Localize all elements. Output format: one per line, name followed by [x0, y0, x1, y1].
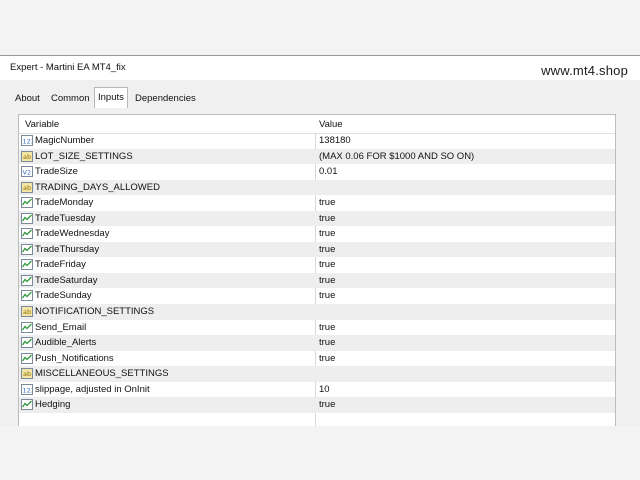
variable-name: TradeFriday — [35, 259, 86, 271]
bool-icon — [21, 274, 33, 286]
text-icon: ab — [21, 368, 33, 380]
variable-value[interactable]: true — [319, 242, 335, 258]
bottom-margin — [0, 426, 640, 480]
variable-value[interactable]: true — [319, 257, 335, 273]
svg-text:123: 123 — [23, 138, 33, 146]
top-margin — [0, 0, 640, 55]
table-row[interactable]: TradeMonday true — [19, 195, 615, 211]
decimal-icon: V2 — [21, 166, 33, 178]
variable-name: TradeWednesday — [35, 228, 110, 240]
variable-value[interactable]: true — [319, 211, 335, 227]
variable-value[interactable]: true — [319, 320, 335, 336]
table-row[interactable]: Send_Email true — [19, 320, 615, 336]
variable-name: TRADING_DAYS_ALLOWED — [35, 181, 160, 193]
text-icon: ab — [21, 306, 33, 318]
svg-text:ab: ab — [23, 184, 31, 192]
tab-about[interactable]: About — [12, 90, 43, 107]
bool-icon — [21, 321, 33, 333]
watermark-text: www.mt4.shop — [541, 63, 628, 78]
table-row[interactable]: ab MISCELLANEOUS_SETTINGS — [19, 366, 615, 382]
inputs-panel: Variable Value 123MagicNumber138180abLOT… — [0, 108, 640, 427]
column-header-variable[interactable]: Variable — [25, 119, 59, 130]
variable-value[interactable]: true — [319, 273, 335, 289]
title-bar: Expert - Martini EA MT4_fix www.mt4.shop — [0, 56, 640, 80]
table-row[interactable]: TradeWednesday true — [19, 226, 615, 242]
table-row[interactable]: TradeFriday true — [19, 257, 615, 273]
text-icon: ab — [21, 150, 33, 162]
window-title: Expert - Martini EA MT4_fix — [10, 62, 126, 73]
table-body: 123MagicNumber138180abLOT_SIZE_SETTINGS(… — [19, 133, 615, 413]
variable-name: TradeMonday — [35, 197, 94, 209]
table-row[interactable]: ab LOT_SIZE_SETTINGS (MAX 0.06 FOR $1000 A… — [19, 148, 615, 165]
tab-inputs[interactable]: Inputs — [94, 87, 128, 109]
variable-value[interactable]: (MAX 0.06 FOR $1000 AND SO ON) — [319, 149, 474, 165]
expert-properties-dialog: Expert - Martini EA MT4_fix www.mt4.shop… — [0, 55, 640, 427]
tab-dependencies[interactable]: Dependencies — [132, 90, 199, 107]
svg-text:ab: ab — [23, 370, 31, 378]
variable-name: slippage, adjusted in OnInit — [35, 383, 150, 395]
variable-name: TradeSunday — [35, 290, 92, 302]
variable-name: LOT_SIZE_SETTINGS — [35, 150, 133, 162]
number-icon: 123 — [21, 135, 33, 146]
bool-icon — [21, 228, 33, 240]
tab-common[interactable]: Common — [48, 90, 93, 107]
table-row[interactable]: TradeSunday true — [19, 288, 615, 304]
svg-text:ab: ab — [23, 308, 31, 316]
variable-name: Push_Notifications — [35, 352, 114, 364]
number-icon: 123 — [21, 383, 33, 395]
svg-text:ab: ab — [23, 153, 31, 161]
variable-value[interactable]: true — [319, 226, 335, 242]
svg-text:V2: V2 — [23, 169, 32, 177]
variable-value[interactable]: 10 — [319, 382, 330, 398]
tab-strip: About Common Inputs Dependencies — [0, 80, 640, 109]
variable-name: Hedging — [35, 399, 71, 411]
variable-name: TradeSize — [35, 166, 78, 178]
bool-icon — [21, 243, 33, 255]
variable-value[interactable]: 0.01 — [319, 164, 338, 180]
table-header: Variable Value — [19, 115, 615, 134]
bool-icon — [21, 352, 33, 364]
table-row[interactable]: TradeTuesday true — [19, 210, 615, 227]
variable-value[interactable]: true — [319, 397, 335, 413]
column-header-value[interactable]: Value — [319, 119, 343, 130]
bool-icon — [21, 259, 33, 271]
text-icon: ab — [21, 181, 33, 193]
bool-icon — [21, 197, 33, 209]
inputs-table[interactable]: Variable Value 123MagicNumber138180abLOT… — [18, 114, 616, 427]
variable-value[interactable]: true — [319, 351, 335, 367]
variable-value[interactable]: true — [319, 288, 335, 304]
variable-name: TradeTuesday — [35, 212, 96, 224]
table-row[interactable]: V2 TradeSize 0.01 — [19, 164, 615, 180]
variable-name: NOTIFICATION_SETTINGS — [35, 306, 155, 318]
variable-name: MISCELLANEOUS_SETTINGS — [35, 368, 169, 380]
table-row[interactable]: Push_Notifications true — [19, 351, 615, 367]
table-row[interactable]: Audible_Alerts true — [19, 335, 615, 351]
table-row[interactable]: 123MagicNumber 138180 — [19, 133, 615, 149]
bool-icon — [21, 212, 33, 224]
variable-value[interactable]: true — [319, 335, 335, 351]
table-row[interactable]: TradeThursday true — [19, 241, 615, 258]
bool-icon — [21, 399, 33, 411]
variable-name: TradeThursday — [35, 243, 100, 255]
svg-text:123: 123 — [23, 386, 33, 394]
table-row[interactable]: 123slippage, adjusted in OnInit 10 — [19, 382, 615, 398]
table-row[interactable]: ab TRADING_DAYS_ALLOWED — [19, 179, 615, 196]
variable-name: Send_Email — [35, 321, 87, 333]
variable-name: Audible_Alerts — [35, 337, 97, 349]
table-row[interactable]: ab NOTIFICATION_SETTINGS — [19, 304, 615, 320]
variable-value[interactable]: true — [319, 195, 335, 211]
variable-name: TradeSaturday — [35, 274, 98, 286]
table-row[interactable]: TradeSaturday true — [19, 272, 615, 289]
table-row[interactable]: Hedging true — [19, 397, 615, 413]
bool-icon — [21, 290, 33, 302]
variable-value[interactable]: 138180 — [319, 133, 351, 149]
bool-icon — [21, 337, 33, 349]
variable-name: MagicNumber — [35, 135, 95, 146]
